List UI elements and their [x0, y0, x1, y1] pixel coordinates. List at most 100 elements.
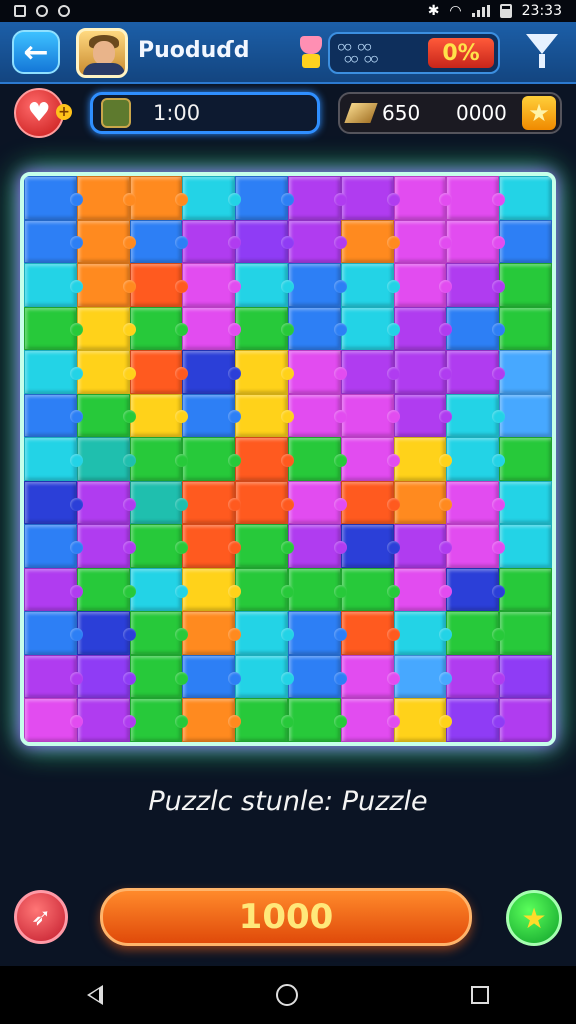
puzzle-piece[interactable]	[129, 393, 189, 438]
puzzle-piece[interactable]	[499, 219, 552, 264]
puzzle-piece[interactable]	[393, 480, 453, 525]
puzzle-piece[interactable]	[446, 480, 505, 525]
puzzle-piece[interactable]	[24, 567, 83, 612]
puzzle-piece[interactable]	[76, 567, 136, 612]
puzzle-piece[interactable]	[287, 306, 347, 351]
nav-back-icon[interactable]	[86, 985, 103, 1005]
puzzle-piece[interactable]	[235, 437, 294, 481]
puzzle-piece[interactable]	[499, 437, 552, 481]
puzzle-piece[interactable]	[287, 393, 347, 438]
puzzle-piece[interactable]	[76, 263, 136, 307]
puzzle-piece[interactable]	[182, 480, 241, 525]
puzzle-piece[interactable]	[287, 263, 347, 307]
puzzle-piece[interactable]	[287, 350, 347, 394]
puzzle-piece[interactable]	[129, 654, 189, 699]
puzzle-piece[interactable]	[235, 698, 294, 742]
puzzle-piece[interactable]	[235, 524, 294, 568]
puzzle-piece[interactable]	[446, 567, 505, 612]
puzzle-piece[interactable]	[340, 437, 400, 481]
puzzle-piece[interactable]	[235, 263, 294, 307]
puzzle-piece[interactable]	[129, 611, 189, 655]
puzzle-piece[interactable]	[76, 393, 136, 438]
puzzle-piece[interactable]	[76, 480, 136, 525]
puzzle-piece[interactable]	[129, 219, 189, 264]
puzzle-piece[interactable]	[287, 176, 347, 220]
puzzle-piece[interactable]	[129, 437, 189, 481]
puzzle-piece[interactable]	[446, 306, 505, 351]
puzzle-piece[interactable]	[182, 611, 241, 655]
puzzle-piece[interactable]	[499, 393, 552, 438]
filter-button[interactable]	[526, 34, 560, 72]
puzzle-piece[interactable]	[129, 567, 189, 612]
main-action-button[interactable]: 1000	[100, 888, 472, 946]
puzzle-piece[interactable]	[393, 263, 453, 307]
puzzle-piece[interactable]	[235, 176, 294, 220]
puzzle-piece[interactable]	[499, 567, 552, 612]
nav-recents-icon[interactable]	[471, 986, 490, 1004]
puzzle-piece[interactable]	[76, 350, 136, 394]
puzzle-piece[interactable]	[393, 567, 453, 612]
puzzle-piece[interactable]	[24, 437, 83, 481]
puzzle-piece[interactable]	[129, 306, 189, 351]
puzzle-piece[interactable]	[235, 306, 294, 351]
puzzle-piece[interactable]	[393, 437, 453, 481]
puzzle-piece[interactable]	[24, 176, 83, 220]
puzzle-piece[interactable]	[446, 393, 505, 438]
puzzle-piece[interactable]	[24, 263, 83, 307]
puzzle-piece[interactable]	[182, 654, 241, 699]
puzzle-piece[interactable]	[129, 350, 189, 394]
nav-home-icon[interactable]	[275, 984, 298, 1006]
puzzle-piece[interactable]	[340, 219, 400, 264]
puzzle-piece[interactable]	[446, 698, 505, 742]
puzzle-piece[interactable]	[235, 611, 294, 655]
puzzle-piece[interactable]	[24, 306, 83, 351]
puzzle-piece[interactable]	[287, 611, 347, 655]
puzzle-piece[interactable]	[446, 263, 505, 307]
puzzle-piece[interactable]	[24, 219, 83, 264]
puzzle-piece[interactable]	[76, 524, 136, 568]
puzzle-piece[interactable]	[393, 524, 453, 568]
puzzle-piece[interactable]	[393, 176, 453, 220]
star-button[interactable]: ★	[506, 890, 562, 946]
puzzle-piece[interactable]	[340, 567, 400, 612]
lives-button[interactable]: ♥ +	[14, 88, 72, 138]
puzzle-piece[interactable]	[446, 524, 505, 568]
puzzle-piece[interactable]	[446, 611, 505, 655]
puzzle-piece[interactable]	[446, 654, 505, 699]
puzzle-piece[interactable]	[340, 698, 400, 742]
puzzle-piece[interactable]	[235, 350, 294, 394]
puzzle-piece[interactable]	[499, 611, 552, 655]
puzzle-piece[interactable]	[393, 393, 453, 438]
puzzle-piece[interactable]	[499, 176, 552, 220]
puzzle-piece[interactable]	[182, 437, 241, 481]
puzzle-piece[interactable]	[499, 524, 552, 568]
puzzle-piece[interactable]	[24, 350, 83, 394]
puzzle-piece[interactable]	[340, 176, 400, 220]
puzzle-piece[interactable]	[287, 654, 347, 699]
puzzle-piece[interactable]	[129, 524, 189, 568]
puzzle-piece[interactable]	[446, 350, 505, 394]
puzzle-piece[interactable]	[182, 524, 241, 568]
puzzle-piece[interactable]	[235, 480, 294, 525]
puzzle-piece[interactable]	[446, 437, 505, 481]
puzzle-piece[interactable]	[182, 567, 241, 612]
puzzle-piece[interactable]	[182, 393, 241, 438]
puzzle-piece[interactable]	[340, 654, 400, 699]
puzzle-piece[interactable]	[24, 480, 83, 525]
puzzle-piece[interactable]	[499, 480, 552, 525]
puzzle-piece[interactable]	[393, 654, 453, 699]
puzzle-piece[interactable]	[235, 219, 294, 264]
puzzle-piece[interactable]	[287, 524, 347, 568]
puzzle-piece[interactable]	[76, 611, 136, 655]
puzzle-piece[interactable]	[287, 437, 347, 481]
puzzle-piece[interactable]	[446, 219, 505, 264]
puzzle-piece[interactable]	[182, 306, 241, 351]
puzzle-piece[interactable]	[499, 654, 552, 699]
puzzle-piece[interactable]	[235, 393, 294, 438]
puzzle-piece[interactable]	[129, 263, 189, 307]
puzzle-piece[interactable]	[340, 393, 400, 438]
puzzle-piece[interactable]	[499, 263, 552, 307]
puzzle-piece[interactable]	[287, 480, 347, 525]
puzzle-piece[interactable]	[182, 219, 241, 264]
puzzle-piece[interactable]	[76, 698, 136, 742]
